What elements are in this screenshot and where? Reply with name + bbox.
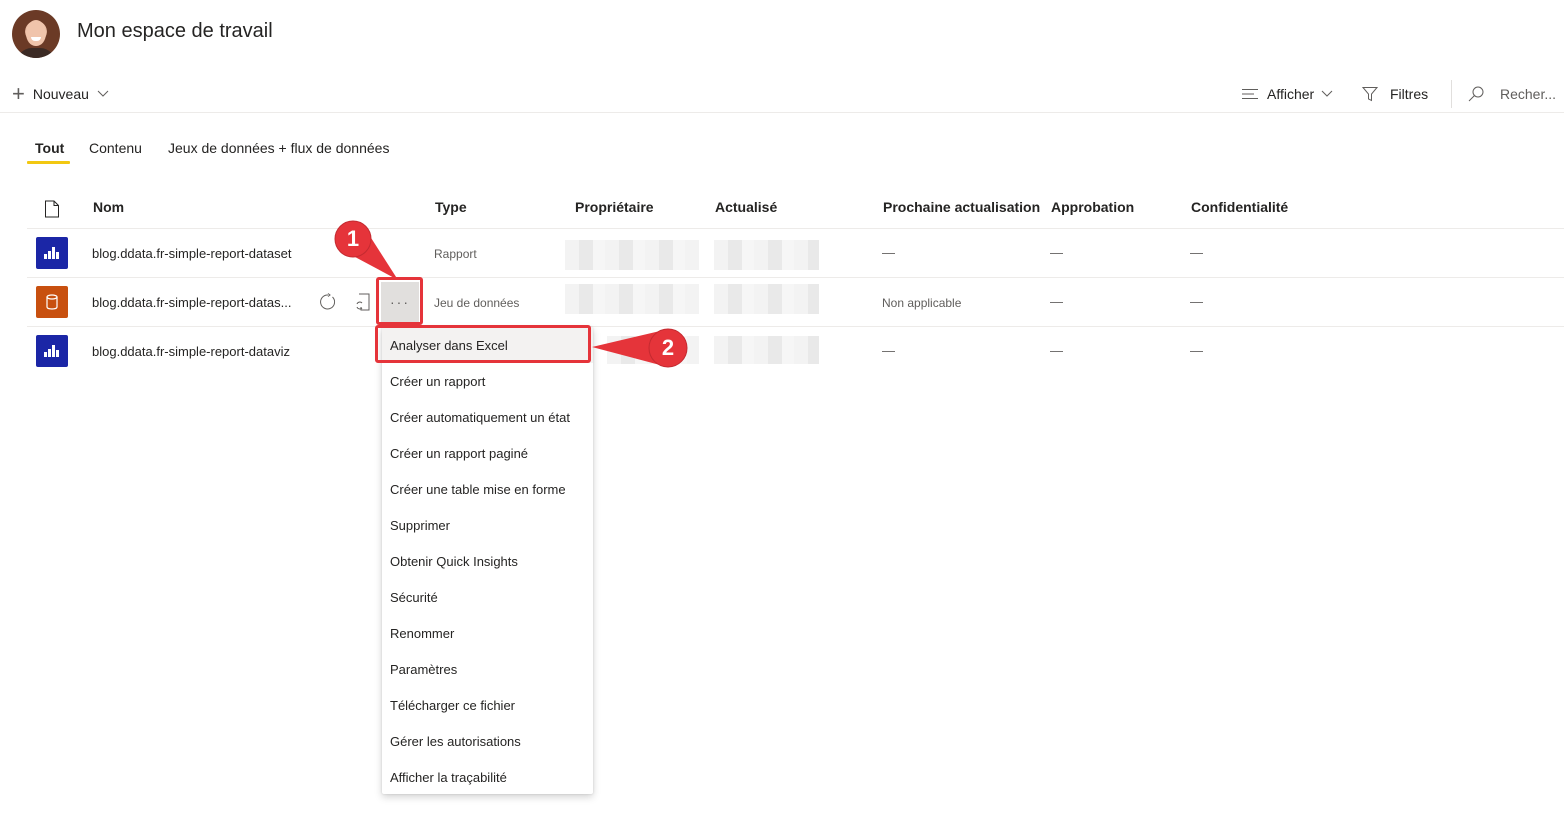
column-header-endorsement[interactable]: Approbation	[1051, 199, 1134, 215]
owner-redacted	[565, 284, 699, 314]
item-type: Jeu de données	[434, 296, 520, 310]
annotation-step-1: 1	[346, 226, 360, 251]
menu-item-manage-permissions[interactable]: Gérer les autorisations	[382, 723, 593, 759]
sensitivity: —	[1190, 294, 1203, 309]
annotation-step-2: 2	[661, 335, 675, 360]
toolbar-divider-line	[0, 112, 1564, 113]
annotation-highlight-analyze-excel	[375, 325, 591, 363]
filters-button[interactable]: Filtres	[1362, 84, 1428, 104]
column-header-type[interactable]: Type	[435, 199, 467, 215]
menu-item-create-formatted-table[interactable]: Créer une table mise en forme	[382, 471, 593, 507]
menu-item-rename[interactable]: Renommer	[382, 615, 593, 651]
schedule-refresh-icon[interactable]	[354, 292, 374, 312]
new-button[interactable]: + Nouveau	[12, 81, 109, 106]
annotation-highlight-more-button	[376, 277, 423, 325]
tab-tout[interactable]: Tout	[35, 140, 64, 156]
user-avatar[interactable]	[12, 10, 60, 58]
filter-icon	[1362, 87, 1378, 102]
column-header-name[interactable]: Nom	[93, 199, 124, 215]
report-icon	[36, 335, 68, 367]
menu-item-delete[interactable]: Supprimer	[382, 507, 593, 543]
search-box[interactable]: Recher...	[1468, 84, 1556, 104]
item-name[interactable]: blog.ddata.fr-simple-report-datas...	[92, 295, 291, 310]
view-label: Afficher	[1267, 86, 1315, 102]
filters-label: Filtres	[1390, 86, 1429, 102]
next-refresh: Non applicable	[882, 296, 962, 310]
view-button[interactable]: Afficher	[1242, 84, 1333, 104]
dataset-icon	[36, 286, 68, 318]
next-refresh: —	[882, 343, 895, 358]
menu-item-create-report[interactable]: Créer un rapport	[382, 363, 593, 399]
search-icon	[1468, 86, 1484, 102]
item-name[interactable]: blog.ddata.fr-simple-report-dataset	[92, 246, 291, 261]
report-icon	[36, 237, 68, 269]
table-row[interactable]: blog.ddata.fr-simple-report-dataset Rapp…	[27, 229, 1564, 277]
lines-icon	[1242, 89, 1258, 99]
menu-item-auto-create-report[interactable]: Créer automatiquement un état	[382, 399, 593, 435]
menu-item-settings[interactable]: Paramètres	[382, 651, 593, 687]
column-header-sensitivity[interactable]: Confidentialité	[1191, 199, 1288, 215]
column-header-owner[interactable]: Propriétaire	[575, 199, 654, 215]
column-header-next-refresh[interactable]: Prochaine actualisation	[883, 199, 1040, 215]
refreshed-redacted	[714, 240, 819, 270]
sensitivity: —	[1190, 245, 1203, 260]
tab-datasets-dataflows[interactable]: Jeux de données + flux de données	[168, 140, 389, 156]
menu-item-view-lineage[interactable]: Afficher la traçabilité	[382, 759, 593, 795]
next-refresh: —	[882, 245, 895, 260]
refresh-icon[interactable]	[318, 292, 338, 312]
menu-item-security[interactable]: Sécurité	[382, 579, 593, 615]
context-menu: Analyser dans Excel Créer un rapport Cré…	[382, 327, 593, 794]
refreshed-redacted	[714, 336, 819, 364]
plus-icon: +	[12, 81, 25, 106]
endorsement: —	[1050, 245, 1063, 260]
menu-item-create-paginated-report[interactable]: Créer un rapport paginé	[382, 435, 593, 471]
endorsement: —	[1050, 343, 1063, 358]
tab-contenu[interactable]: Contenu	[89, 140, 142, 156]
toolbar-divider	[1451, 80, 1452, 108]
page-title: Mon espace de travail	[77, 20, 273, 42]
item-name[interactable]: blog.ddata.fr-simple-report-dataviz	[92, 344, 290, 359]
active-tab-indicator	[27, 161, 70, 164]
search-placeholder: Recher...	[1500, 86, 1557, 102]
chevron-down-icon	[1321, 90, 1333, 97]
chevron-down-icon	[97, 90, 109, 97]
owner-redacted	[565, 240, 699, 270]
column-header-refreshed[interactable]: Actualisé	[715, 199, 777, 215]
file-type-icon	[45, 200, 59, 218]
endorsement: —	[1050, 294, 1063, 309]
menu-item-quick-insights[interactable]: Obtenir Quick Insights	[382, 543, 593, 579]
table-row[interactable]: blog.ddata.fr-simple-report-datas... Jeu…	[27, 278, 1564, 326]
new-label: Nouveau	[32, 86, 89, 102]
menu-item-download-file[interactable]: Télécharger ce fichier	[382, 687, 593, 723]
table-row[interactable]: blog.ddata.fr-simple-report-dataviz — — …	[27, 327, 1564, 375]
refreshed-redacted	[714, 284, 819, 314]
item-type: Rapport	[434, 247, 477, 261]
sensitivity: —	[1190, 343, 1203, 358]
